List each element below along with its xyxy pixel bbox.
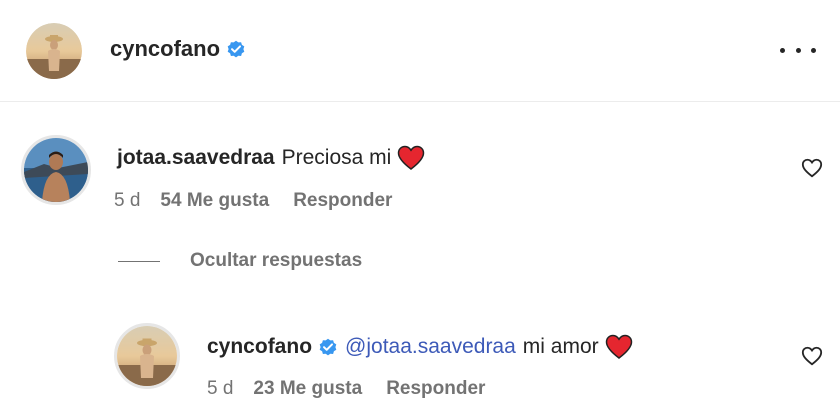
verified-badge-icon — [318, 337, 338, 357]
reply-to-reply-button[interactable]: Responder — [386, 378, 485, 400]
reply-time[interactable]: 5 d — [207, 378, 233, 400]
commenter-avatar[interactable] — [21, 135, 91, 205]
reply-button[interactable]: Responder — [293, 190, 392, 212]
comment-text: Preciosa mi — [281, 146, 392, 169]
heart-outline-icon[interactable] — [801, 157, 823, 179]
comment-time[interactable]: 5 d — [114, 190, 140, 212]
post-header: cyncofano — [0, 0, 840, 102]
post-author-username[interactable]: cyncofano — [110, 36, 220, 62]
post-author: cyncofano — [110, 36, 246, 62]
heart-outline-icon[interactable] — [801, 345, 823, 367]
red-heart-emoji — [605, 334, 633, 360]
commenter-username[interactable]: jotaa.saavedraa — [117, 144, 275, 172]
comment-text-line: jotaa.saavedraa Preciosa mi — [117, 144, 425, 172]
reply-mention-link[interactable]: @jotaa.saavedraa — [345, 333, 516, 361]
reply-likes[interactable]: 23 Me gusta — [253, 378, 362, 400]
more-options-icon[interactable] — [780, 38, 816, 62]
verified-badge-icon — [226, 39, 246, 59]
hide-replies-label: Ocultar respuestas — [190, 250, 363, 271]
post-author-avatar[interactable] — [26, 23, 82, 79]
red-heart-emoji — [397, 145, 425, 171]
reply-author-avatar[interactable] — [114, 323, 180, 389]
hide-replies-divider — [118, 260, 160, 262]
reply-text-line: cyncofano @jotaa.saavedraa mi amor — [207, 333, 633, 361]
comment-likes[interactable]: 54 Me gusta — [160, 190, 269, 212]
reply-meta: 5 d 23 Me gusta Responder — [207, 378, 485, 400]
hide-replies-button[interactable]: Ocultar respuestas — [118, 250, 362, 272]
reply-author-username[interactable]: cyncofano — [207, 333, 312, 361]
reply-text: mi amor — [522, 335, 599, 358]
comment-meta: 5 d 54 Me gusta Responder — [114, 190, 392, 212]
